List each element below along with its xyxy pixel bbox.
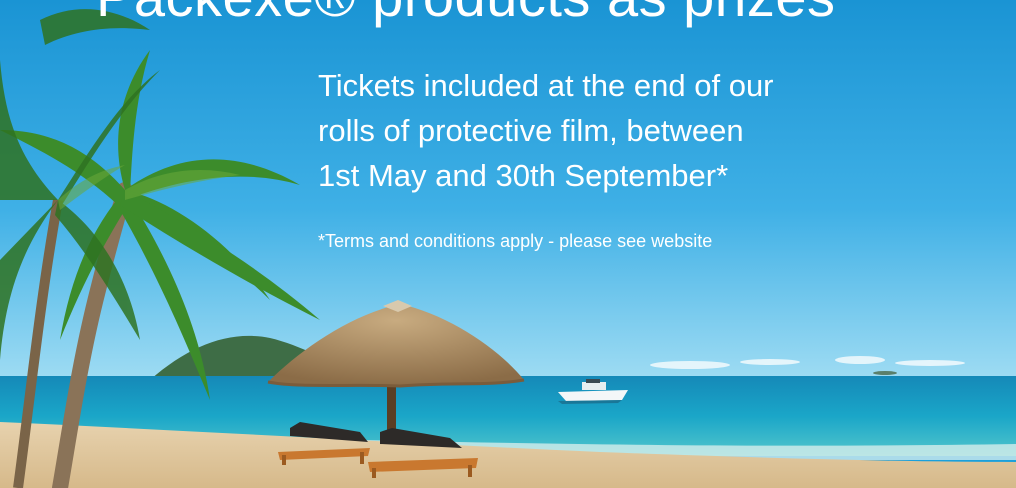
- subheadline-line: rolls of protective film, between: [318, 113, 744, 148]
- subheadline: Tickets included at the end of our rolls…: [318, 63, 958, 198]
- promo-banner: Packexe® products as prizes Tickets incl…: [0, 0, 1016, 488]
- terms-note: *Terms and conditions apply - please see…: [318, 231, 713, 251]
- subheadline-line: 1st May and 30th September*: [318, 158, 729, 193]
- headline: Packexe® products as prizes: [96, 0, 836, 29]
- subheadline-line: Tickets included at the end of our: [318, 68, 774, 103]
